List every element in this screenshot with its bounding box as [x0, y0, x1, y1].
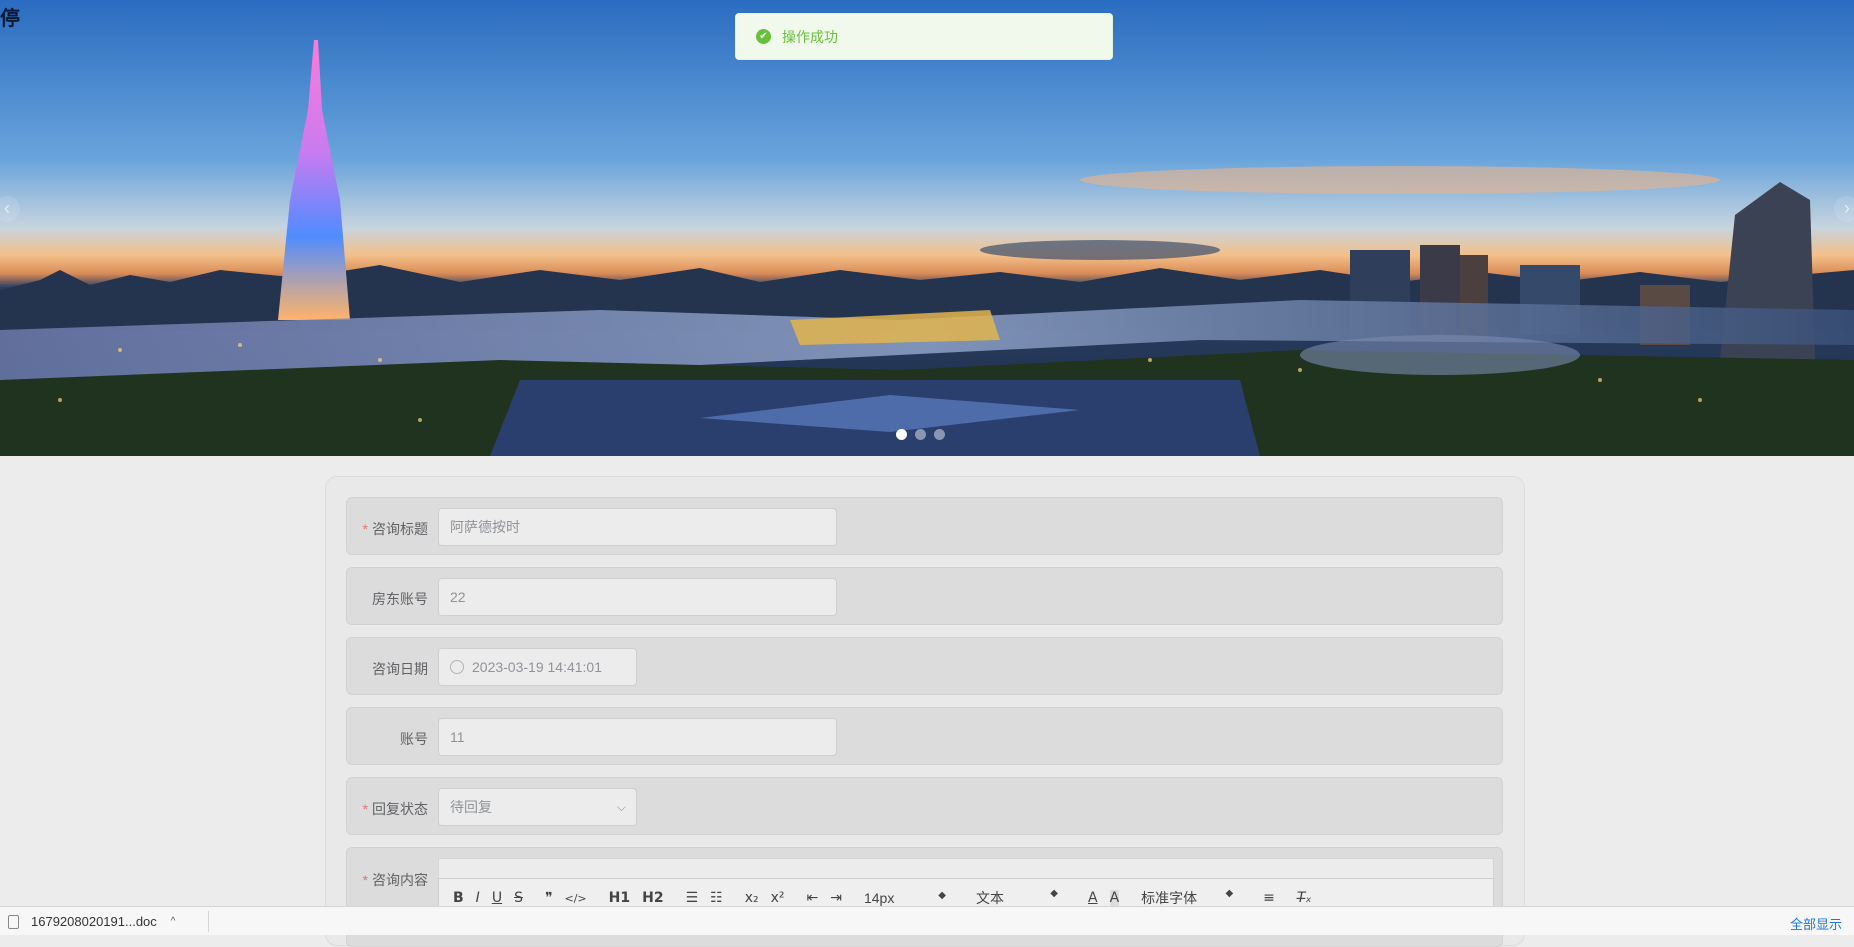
form-row-date: 咨询日期 2023-03-19 14:41:01 — [346, 637, 1503, 695]
outdent-icon[interactable]: ⇤ — [807, 890, 819, 906]
banner-carousel[interactable]: 停 ‹ › — [0, 0, 1854, 456]
download-bar: 1679208020191...doc ^ 全部显示 — [0, 906, 1854, 935]
select-arrows-icon: ◆ — [1225, 888, 1234, 899]
landlord-account-input[interactable]: 22 — [438, 578, 837, 616]
account-input[interactable]: 11 — [438, 718, 837, 756]
superscript-button[interactable]: x² — [771, 890, 785, 906]
underline-button[interactable]: U — [492, 890, 502, 906]
download-item[interactable]: 1679208020191...doc ^ — [8, 914, 176, 929]
form-row-account: 账号 11 — [346, 707, 1503, 765]
select-arrows-icon: ◆ — [1050, 888, 1058, 899]
field-label: * 咨询内容 — [362, 872, 428, 888]
success-toast: ✔ 操作成功 — [735, 13, 1113, 60]
font-size-select[interactable]: 14px ◆ — [864, 890, 946, 906]
indent-icon[interactable]: ⇥ — [830, 890, 842, 906]
reply-status-select[interactable]: 待回复 ⌵ — [438, 788, 637, 826]
success-check-icon: ✔ — [756, 29, 771, 44]
date-picker-input[interactable]: 2023-03-19 14:41:01 — [438, 648, 637, 686]
title-input[interactable]: 阿萨德按时 — [438, 508, 837, 546]
blockquote-button[interactable]: ❞ — [545, 890, 553, 906]
chevron-down-icon: ⌵ — [616, 800, 626, 814]
font-family-select[interactable]: 标准字体 ◆ — [1141, 888, 1233, 908]
carousel-dot[interactable] — [915, 429, 926, 440]
subscript-button[interactable]: x₂ — [745, 890, 759, 906]
show-all-button[interactable]: 全部显示 — [1790, 914, 1842, 933]
carousel-indicators — [896, 429, 945, 440]
text-color-icon[interactable]: A — [1088, 890, 1098, 906]
code-block-button[interactable]: </> — [565, 892, 587, 905]
editor-top-border — [438, 858, 1494, 878]
ordered-list-icon[interactable]: ☰ — [686, 890, 699, 906]
strike-button[interactable]: S — [514, 890, 523, 906]
field-label: 咨询日期 — [372, 661, 428, 677]
toast-message: 操作成功 — [782, 28, 838, 45]
form-row-landlord-account: 房东账号 22 — [346, 567, 1503, 625]
bullet-list-icon[interactable]: ☷ — [710, 890, 723, 906]
field-label: * 咨询标题 — [362, 521, 428, 537]
field-label: 房东账号 — [372, 591, 428, 607]
align-icon[interactable]: ≡ — [1263, 890, 1275, 906]
heading2-button[interactable]: H2 — [642, 890, 663, 906]
chevron-up-icon[interactable]: ^ — [171, 916, 176, 927]
corner-overlay-text: 停 — [0, 6, 20, 30]
bold-button[interactable]: B — [453, 890, 464, 906]
file-icon — [8, 914, 19, 929]
form-row-reply-status: * 回复状态 待回复 ⌵ — [346, 777, 1503, 835]
field-label: 账号 — [400, 731, 428, 747]
carousel-dot[interactable] — [896, 429, 907, 440]
clear-format-icon[interactable]: T̶ₓ — [1297, 890, 1312, 906]
field-label: * 回复状态 — [362, 801, 428, 817]
divider — [208, 911, 209, 932]
text-type-select[interactable]: 文本 ◆ — [976, 888, 1058, 908]
carousel-next-button[interactable]: › — [1834, 196, 1854, 222]
background-color-icon[interactable]: A — [1109, 890, 1120, 906]
carousel-dot[interactable] — [934, 429, 945, 440]
heading1-button[interactable]: H1 — [609, 890, 630, 906]
select-arrows-icon: ◆ — [938, 890, 946, 901]
form-row-title: * 咨询标题 阿萨德按时 — [346, 497, 1503, 555]
download-filename: 1679208020191...doc — [31, 914, 157, 929]
italic-button[interactable]: I — [476, 890, 480, 906]
clock-icon — [450, 660, 464, 674]
